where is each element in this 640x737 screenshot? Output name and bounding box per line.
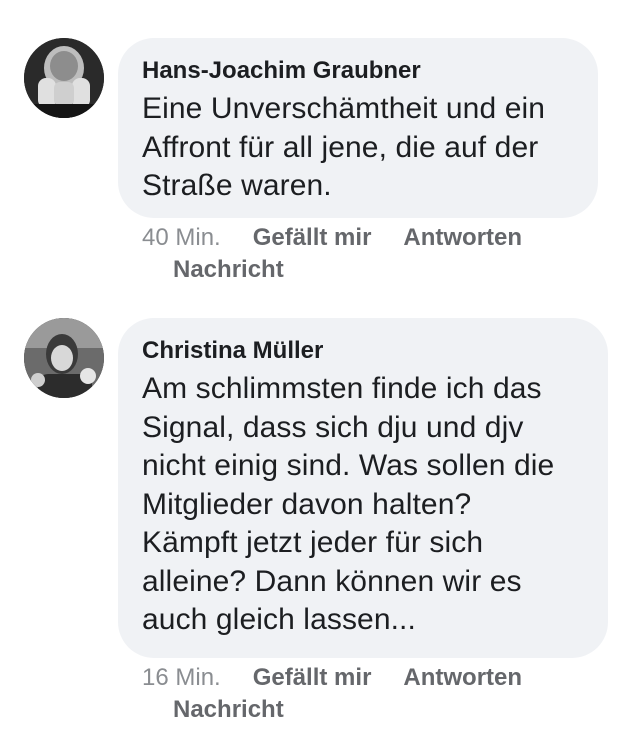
comment-text-line: auch gleich lassen...	[142, 603, 416, 636]
comment-text-line: Eine Unverschämtheit und ein	[142, 92, 546, 125]
comment-bubble: Christina Müller Am schlimmsten finde ic…	[118, 318, 608, 658]
comment-text-line: Signal, dass sich dju und djv	[142, 410, 524, 444]
comment-text-line: Kämpft jetzt jeder für sich	[142, 526, 484, 559]
like-button[interactable]: Gefällt mir	[253, 224, 372, 251]
comment-text-line: Am schlimmsten finde ich das	[142, 372, 542, 405]
person-avatar-icon	[24, 38, 104, 118]
comment-author[interactable]: Hans-Joachim Graubner	[142, 56, 574, 86]
comment-text-line: alleine? Dann können wir es	[142, 564, 522, 598]
comment-text-line: Affront für all jene, die auf der	[142, 130, 539, 164]
comment-text-line: Mitglieder davon halten?	[142, 487, 472, 521]
message-button[interactable]: Nachricht	[142, 694, 570, 726]
comment-timestamp[interactable]: 16 Min.	[142, 664, 221, 691]
like-button[interactable]: Gefällt mir	[253, 664, 372, 691]
avatar[interactable]	[24, 38, 104, 118]
comment-actions: 40 Min. Gefällt mir Antworten Nachricht	[142, 222, 602, 286]
person-avatar-icon	[24, 318, 104, 398]
reply-button[interactable]: Antworten	[403, 224, 522, 251]
avatar[interactable]	[24, 318, 104, 398]
message-button[interactable]: Nachricht	[142, 254, 570, 286]
comment-author[interactable]: Christina Müller	[142, 336, 584, 366]
reply-button[interactable]: Antworten	[403, 664, 522, 691]
comment-text-line: Straße waren.	[142, 169, 332, 202]
comment-actions: 16 Min. Gefällt mir Antworten Nachricht	[142, 662, 602, 726]
comment-text-line: nicht einig sind. Was sollen die	[142, 449, 555, 482]
comment-timestamp[interactable]: 40 Min.	[142, 224, 221, 251]
comment-bubble: Hans-Joachim Graubner Eine Unverschämthe…	[118, 38, 598, 218]
